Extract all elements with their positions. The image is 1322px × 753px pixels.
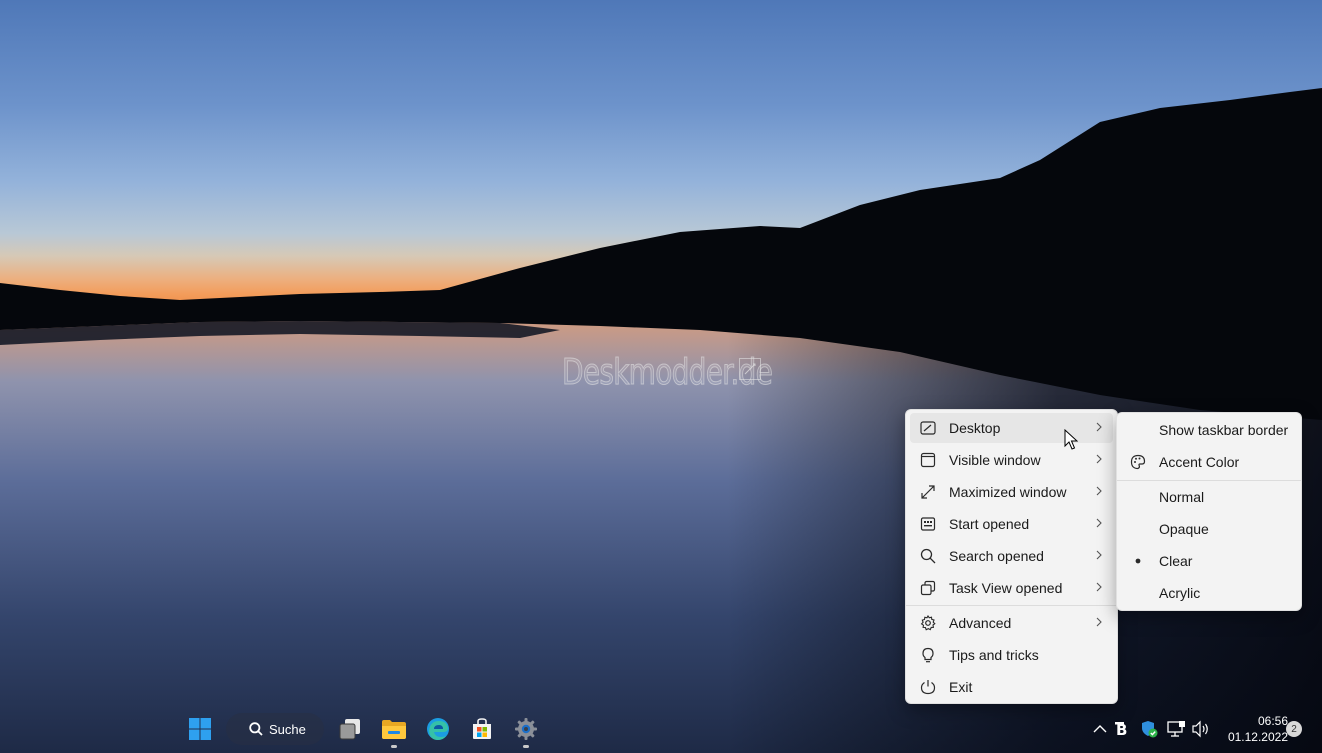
volume-button[interactable] xyxy=(1190,719,1212,739)
start-button[interactable] xyxy=(182,711,218,747)
submenu-item-label: Normal xyxy=(1159,489,1205,505)
file-explorer-button[interactable] xyxy=(376,711,412,748)
chevron-right-icon xyxy=(1096,518,1102,528)
submenu-item-accent-color[interactable]: Accent Color xyxy=(1121,447,1297,477)
chevron-right-icon xyxy=(1096,454,1102,464)
running-indicator xyxy=(523,745,529,748)
submenu-item-label: Accent Color xyxy=(1159,454,1240,470)
chevron-right-icon xyxy=(1096,582,1102,592)
clock-time: 06:56 xyxy=(1257,714,1288,728)
tray-app-icon: B xyxy=(1115,721,1127,737)
microsoft-store-icon xyxy=(473,718,491,739)
menu-item-label: Desktop xyxy=(949,420,1001,436)
lightbulb-icon xyxy=(922,647,934,663)
menu-item-label: Exit xyxy=(949,679,973,695)
menu-item-label: Search opened xyxy=(949,548,1044,564)
store-button[interactable] xyxy=(464,711,500,747)
menu-item-maximized-window[interactable]: Maximized window xyxy=(910,477,1113,507)
gear-icon xyxy=(920,615,936,631)
settings-button[interactable] xyxy=(508,711,544,748)
context-menu: Desktop Visible window Maximized window … xyxy=(905,409,1118,704)
menu-separator xyxy=(906,605,1117,606)
menu-item-task-view-opened[interactable]: Task View opened xyxy=(910,573,1113,603)
security-tray-button[interactable] xyxy=(1139,719,1159,739)
chevron-up-icon xyxy=(1093,725,1107,733)
submenu-item-label: Clear xyxy=(1159,553,1193,569)
power-icon xyxy=(920,680,936,695)
start-icon xyxy=(920,517,936,531)
task-view-icon xyxy=(920,580,936,596)
selected-bullet-icon xyxy=(1135,558,1141,564)
edge-icon xyxy=(427,718,449,740)
submenu-item-label: Show taskbar border xyxy=(1159,422,1289,438)
menu-item-advanced[interactable]: Advanced xyxy=(910,608,1113,638)
menu-item-label: Advanced xyxy=(949,615,1012,631)
menu-item-label: Tips and tricks xyxy=(949,647,1039,663)
search-icon xyxy=(249,722,263,736)
menu-item-label: Visible window xyxy=(949,452,1041,468)
maximize-icon xyxy=(921,485,935,499)
submenu-item-acrylic[interactable]: Acrylic xyxy=(1121,578,1297,608)
menu-item-search-opened[interactable]: Search opened xyxy=(910,541,1113,571)
chevron-right-icon xyxy=(1096,422,1102,432)
palette-icon xyxy=(1130,454,1146,470)
menu-item-desktop[interactable]: Desktop xyxy=(910,413,1113,443)
window-icon xyxy=(920,452,936,468)
edge-button[interactable] xyxy=(420,711,456,747)
submenu-item-opaque[interactable]: Opaque xyxy=(1121,514,1297,544)
submenu-item-show-taskbar-border[interactable]: Show taskbar border xyxy=(1121,415,1297,445)
chevron-right-icon xyxy=(1096,617,1102,627)
search-label: Suche xyxy=(269,721,306,737)
tray-app-button[interactable]: B xyxy=(1114,719,1134,739)
running-indicator xyxy=(391,745,397,748)
file-explorer-icon xyxy=(382,720,406,739)
menu-item-start-opened[interactable]: Start opened xyxy=(910,509,1113,539)
menu-separator xyxy=(1117,480,1301,481)
desktop-wallpaper: Deskmodder.de xyxy=(0,0,1322,753)
menu-item-label: Task View opened xyxy=(949,580,1063,596)
network-icon xyxy=(1167,721,1185,737)
network-button[interactable] xyxy=(1165,719,1187,739)
tray-clock[interactable]: 06:56 01.12.2022 xyxy=(1216,713,1288,745)
submenu-item-label: Opaque xyxy=(1159,521,1209,537)
submenu-item-normal[interactable]: Normal xyxy=(1121,482,1297,512)
task-view-button[interactable] xyxy=(332,711,368,747)
notification-count-badge[interactable]: 2 xyxy=(1286,721,1302,737)
submenu-item-label: Acrylic xyxy=(1159,585,1201,601)
taskbar-search-button[interactable]: Suche xyxy=(226,713,324,745)
show-hidden-icons-button[interactable] xyxy=(1090,719,1110,739)
menu-item-exit[interactable]: Exit xyxy=(910,672,1113,702)
menu-item-tips-and-tricks[interactable]: Tips and tricks xyxy=(910,640,1113,670)
menu-item-label: Maximized window xyxy=(949,484,1067,500)
menu-item-visible-window[interactable]: Visible window xyxy=(910,445,1113,475)
clock-date: 01.12.2022 xyxy=(1227,730,1288,744)
task-view-icon xyxy=(339,719,360,740)
desktop-submenu: Show taskbar border Accent Color Normal … xyxy=(1116,412,1302,611)
submenu-item-clear[interactable]: Clear xyxy=(1121,546,1297,576)
search-icon xyxy=(920,548,936,564)
chevron-right-icon xyxy=(1096,550,1102,560)
desktop-icon xyxy=(920,421,936,435)
mouse-cursor-icon xyxy=(1064,429,1078,450)
menu-item-label: Start opened xyxy=(949,516,1030,532)
settings-gear-icon xyxy=(515,718,537,740)
watermark-pen-icon xyxy=(739,358,761,380)
shield-check-icon xyxy=(1142,721,1158,738)
chevron-right-icon xyxy=(1096,486,1102,496)
volume-icon xyxy=(1192,720,1208,738)
windows-start-icon xyxy=(189,718,211,740)
